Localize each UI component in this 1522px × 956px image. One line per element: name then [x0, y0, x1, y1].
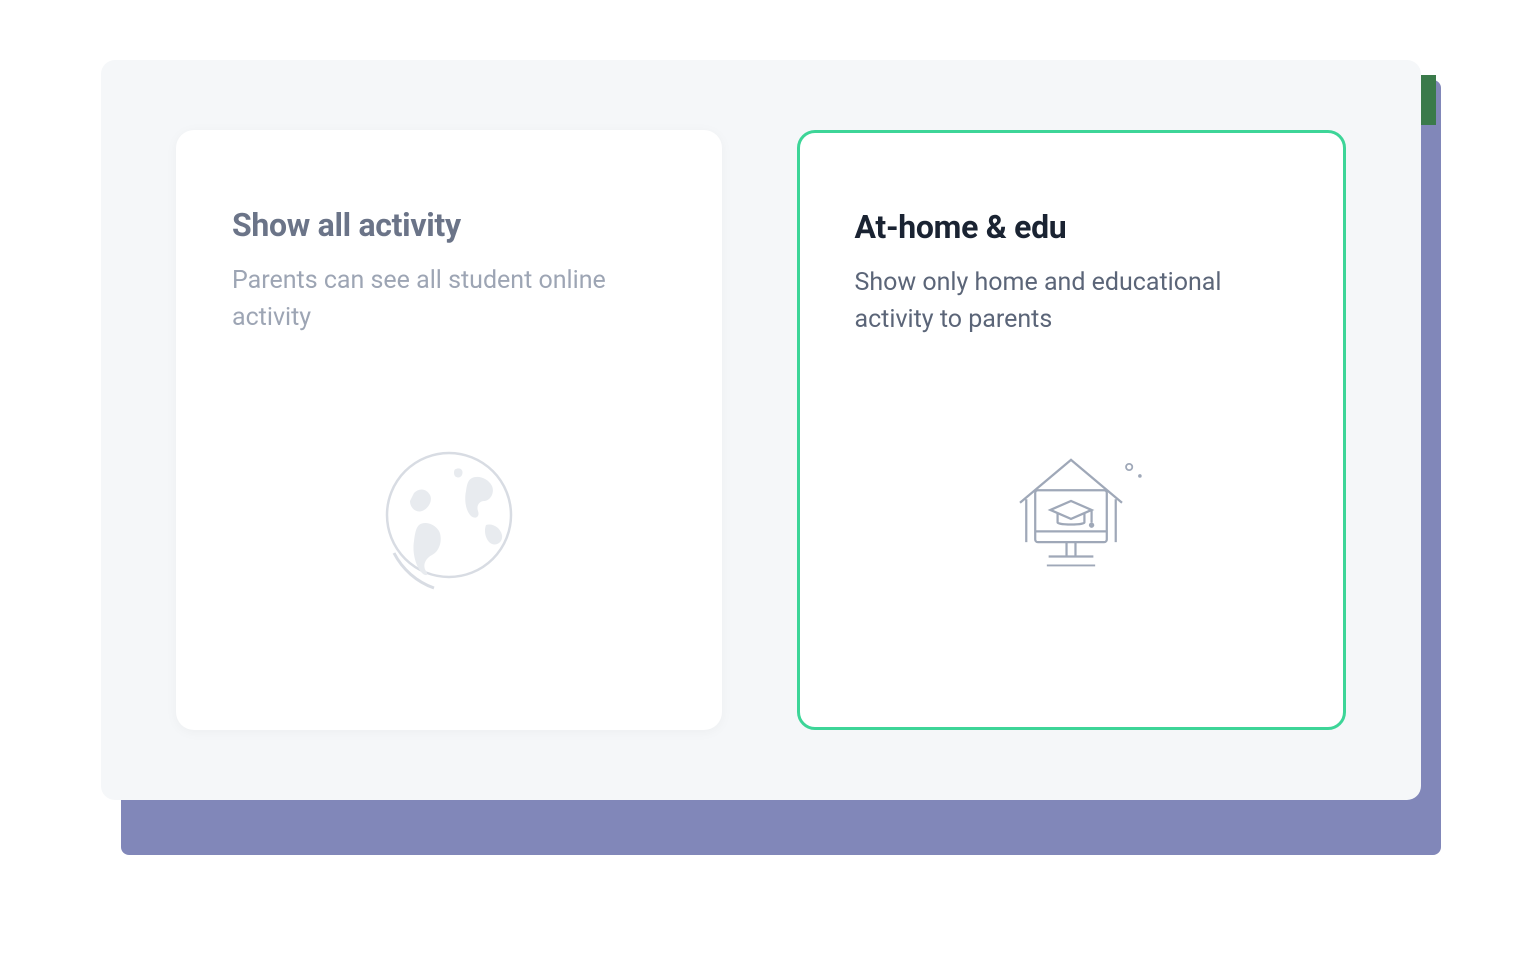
home-education-icon	[855, 358, 1289, 677]
card-description: Parents can see all student online activ…	[232, 262, 666, 336]
option-at-home-edu[interactable]: At-home & edu Show only home and educati…	[797, 130, 1347, 730]
option-show-all-activity[interactable]: Show all activity Parents can see all st…	[176, 130, 722, 730]
card-description: Show only home and educational activity …	[855, 264, 1289, 338]
options-panel: Show all activity Parents can see all st…	[101, 60, 1421, 800]
card-title: At-home & edu	[855, 208, 1289, 246]
card-title: Show all activity	[232, 206, 666, 244]
globe-icon	[232, 356, 666, 679]
